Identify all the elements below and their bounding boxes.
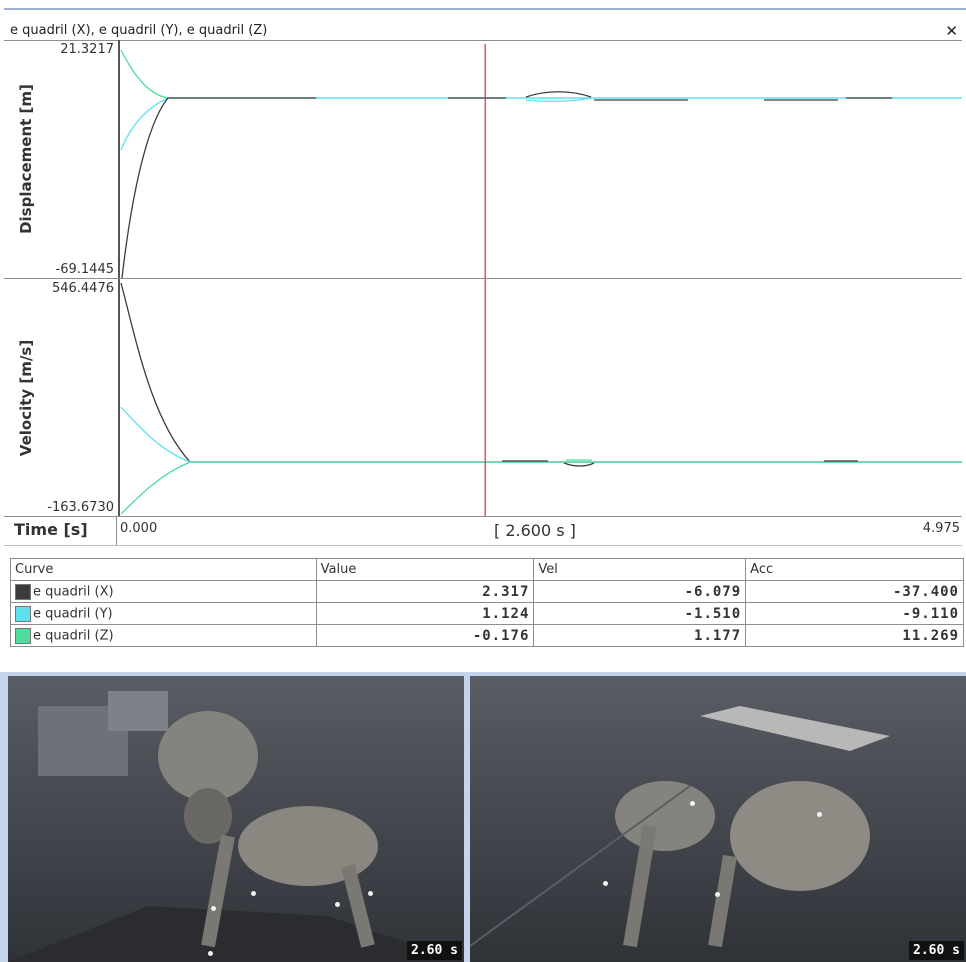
- vel-cell: -1.510: [533, 602, 747, 625]
- column-header-curve[interactable]: Curve: [10, 558, 317, 581]
- window-title: e quadril (X), e quadril (Y), e quadril …: [10, 23, 268, 38]
- person-limb: [623, 824, 657, 948]
- velocity-plot[interactable]: 546.4476 Velocity [m/s] -163.6730: [4, 279, 962, 517]
- curve-cell: e quadril (X): [10, 580, 317, 603]
- swatch-y-icon[interactable]: [15, 605, 31, 622]
- curve-x-displacement-bump: [525, 91, 592, 98]
- time-cursor-readout: [ 2.600 s ]: [494, 521, 576, 540]
- video-view-left[interactable]: 2.60 s: [8, 676, 464, 962]
- time-axis-separator: [116, 517, 117, 545]
- acc-cell: -37.400: [745, 580, 964, 603]
- person-figure: [730, 781, 870, 891]
- column-header-value[interactable]: Value: [315, 558, 535, 581]
- velocity-ymax: 546.4476: [51, 281, 114, 296]
- time-axis-end: 4.975: [922, 521, 960, 536]
- value-cell: 1.124: [315, 602, 535, 625]
- time-axis: Time [s] 0.000 [ 2.600 s ] 4.975: [4, 517, 962, 546]
- curve-y-velocity: [120, 406, 962, 463]
- marker-dot: [715, 892, 720, 897]
- curve-value-table: Curve Value Vel Acc e quadril (X) 2.317 …: [10, 558, 964, 647]
- curve-name: e quadril (X): [33, 584, 114, 599]
- time-axis-start: 0.000: [120, 521, 158, 536]
- time-axis-label: Time [s]: [14, 520, 88, 539]
- marker-dot: [335, 902, 340, 907]
- marker-dot: [603, 881, 608, 886]
- marker-dot: [817, 812, 822, 817]
- vel-cell: 1.177: [533, 624, 747, 647]
- displacement-ymax: 21.3217: [60, 42, 114, 57]
- velocity-ylabel: Velocity [m/s]: [17, 339, 35, 456]
- displacement-ylabel: Displacement [m]: [17, 84, 35, 234]
- floor-line: [470, 785, 691, 947]
- marker-dot: [690, 801, 695, 806]
- person-figure: [615, 781, 715, 851]
- curve-x-velocity: [120, 282, 962, 463]
- bench-shape: [700, 706, 890, 751]
- displacement-ymin: -69.1445: [55, 262, 114, 277]
- value-cell: 2.317: [315, 580, 535, 603]
- marker-dot: [211, 906, 216, 911]
- poster-shape: [108, 691, 168, 731]
- close-icon[interactable]: ✕: [945, 22, 958, 40]
- marker-dot: [208, 951, 213, 956]
- acc-cell: -9.110: [745, 602, 964, 625]
- curve-z-displacement: [120, 49, 962, 99]
- velocity-chart[interactable]: [116, 279, 962, 516]
- curve-cell: e quadril (Z): [10, 624, 317, 647]
- displacement-chart[interactable]: [116, 40, 962, 278]
- swatch-z-icon[interactable]: [15, 627, 31, 644]
- swatch-x-icon[interactable]: [15, 583, 31, 600]
- acc-cell: 11.269: [745, 624, 964, 647]
- video-view-right[interactable]: 2.60 s: [470, 676, 966, 962]
- marker-dot: [251, 891, 256, 896]
- velocity-y-axis: 546.4476 Velocity [m/s] -163.6730: [4, 279, 116, 516]
- curve-x-velocity-bump: [563, 462, 595, 467]
- curve-cell: e quadril (Y): [10, 602, 317, 625]
- table-row[interactable]: e quadril (Z) -0.176 1.177 11.269: [10, 624, 964, 647]
- curve-z-velocity: [120, 461, 962, 515]
- table-row[interactable]: e quadril (Y) 1.124 -1.510 -9.110: [10, 602, 964, 625]
- curve-name: e quadril (Z): [33, 628, 114, 643]
- curve-x-displacement: [121, 97, 316, 278]
- displacement-plot[interactable]: 21.3217 Displacement [m] -69.1445: [4, 40, 962, 279]
- video-scene-right: [470, 706, 890, 948]
- displacement-y-axis: 21.3217 Displacement [m] -69.1445: [4, 40, 116, 278]
- velocity-ymin: -163.6730: [47, 500, 114, 515]
- video-timestamp-right: 2.60 s: [909, 941, 964, 960]
- video-timestamp-left: 2.60 s: [407, 941, 462, 960]
- person-limb: [708, 854, 737, 948]
- video-area: 2.60 s 2.60 s: [0, 672, 966, 962]
- person-figure: [158, 711, 258, 801]
- title-bar: e quadril (X), e quadril (Y), e quadril …: [4, 22, 962, 41]
- video-scene-left: [8, 691, 464, 962]
- table-header-row: Curve Value Vel Acc: [10, 558, 964, 581]
- value-cell: -0.176: [315, 624, 535, 647]
- column-header-acc[interactable]: Acc: [745, 558, 964, 581]
- column-header-vel[interactable]: Vel: [533, 558, 747, 581]
- curve-y-displacement: [120, 97, 962, 151]
- vel-cell: -6.079: [533, 580, 747, 603]
- floor-mat: [8, 906, 464, 962]
- table-row[interactable]: e quadril (X) 2.317 -6.079 -37.400: [10, 580, 964, 603]
- marker-dot: [368, 891, 373, 896]
- curve-name: e quadril (Y): [33, 606, 113, 621]
